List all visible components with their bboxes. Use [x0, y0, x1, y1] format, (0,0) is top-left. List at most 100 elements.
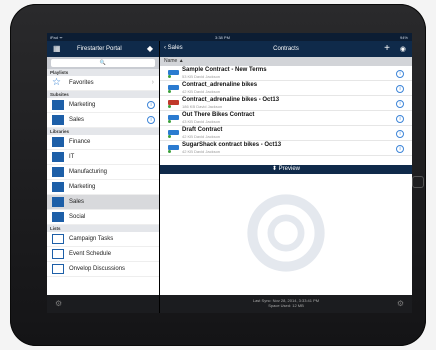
settings-icon[interactable]: ⚙: [55, 299, 62, 308]
document-name: Contract_adrenaline bikes: [182, 82, 258, 88]
status-time: 3:38 PM: [215, 35, 230, 40]
document-row[interactable]: Draft Contract 42 KB David Jackson i: [160, 126, 412, 141]
section-header: Lists: [47, 225, 159, 232]
nav-item[interactable]: Sales i: [47, 113, 159, 128]
info-icon[interactable]: i: [396, 130, 404, 138]
document-meta: 42 KB David Jackson: [182, 149, 221, 154]
nav-item[interactable]: Event Schedule: [47, 247, 159, 262]
list-icon: [52, 249, 64, 259]
portal-title: Firestarter Portal: [77, 46, 122, 52]
preview-label: Preview: [278, 166, 301, 172]
nav-item-label: Favorites: [69, 80, 94, 86]
library-icon: [52, 182, 64, 192]
sync-status-icon: [168, 105, 171, 108]
section-header: Subsites: [47, 91, 159, 98]
nav-item[interactable]: ☆ Favorites ›: [47, 76, 159, 91]
nav-item-label: IT: [69, 154, 75, 160]
document-row[interactable]: SugarShack contract bikes - Oct13 42 KB D…: [160, 141, 412, 156]
nav-item[interactable]: Onvelop Discussions: [47, 262, 159, 277]
document-list: Sample Contract - New Terms 53 KB David J…: [160, 66, 412, 156]
nav-item-label: Marketing: [69, 102, 96, 108]
nav-item-label: Social: [69, 214, 86, 220]
right-footer: Last Sync: Nov 28, 2014, 3:33:41 PM Spac…: [160, 295, 412, 313]
chevron-right-icon: ›: [151, 79, 154, 86]
screen: iPad ᯤ 3:38 PM 94% ▦ Firestarter Portal …: [47, 33, 412, 313]
document-meta: 42 KB David Jackson: [182, 134, 221, 139]
document-name: Contract_adrenaline bikes - Oct13: [182, 97, 280, 103]
document-name: Out There Bikes Contract: [182, 112, 255, 118]
document-name: Sample Contract - New Terms: [182, 67, 267, 73]
sync-status-icon: [168, 90, 171, 93]
document-meta: 186 KB David Jackson: [182, 104, 223, 109]
library-icon: [52, 167, 64, 177]
list-icon: [52, 264, 64, 274]
nav-item-label: Sales: [69, 117, 85, 123]
info-icon[interactable]: i: [396, 100, 404, 108]
app-logo: [247, 194, 325, 272]
column-header[interactable]: Name ▲: [160, 57, 412, 66]
right-pane: ‹ Sales Contracts + ◉ Name ▲ Sample Cont…: [160, 41, 412, 313]
add-icon[interactable]: +: [384, 43, 390, 54]
nav-item-label: Finance: [69, 139, 91, 145]
info-icon[interactable]: i: [396, 145, 404, 153]
info-icon[interactable]: i: [147, 116, 155, 124]
page-title: Contracts: [273, 46, 299, 52]
search-input[interactable]: 🔍: [51, 59, 155, 67]
list-icon: [52, 234, 64, 244]
nav-item-label: Sales: [69, 199, 85, 205]
section-header: Libraries: [47, 128, 159, 135]
preview-button[interactable]: ⬍ Preview: [160, 165, 412, 174]
site-icon: [52, 100, 64, 110]
nav-list: Playlists ☆ Favorites › Subsites Marketing i Sa…: [47, 69, 159, 277]
home-button[interactable]: [412, 176, 424, 188]
library-icon: [52, 212, 64, 222]
sync-icon[interactable]: ⚙: [397, 299, 404, 308]
nav-item[interactable]: Sales: [47, 195, 159, 210]
info-icon[interactable]: i: [396, 115, 404, 123]
left-pane: ▦ Firestarter Portal ◆ 🔍 Playlists ☆ Favor…: [47, 41, 159, 313]
info-icon[interactable]: i: [396, 85, 404, 93]
info-icon[interactable]: i: [147, 101, 155, 109]
sync-status-icon: [168, 150, 171, 153]
nav-item-label: Onvelop Discussions: [69, 266, 126, 272]
document-row[interactable]: Out There Bikes Contract 43 KB David Jack…: [160, 111, 412, 126]
document-name: SugarShack contract bikes - Oct13: [182, 142, 282, 148]
section-header: Playlists: [47, 69, 159, 76]
info-icon[interactable]: i: [396, 70, 404, 78]
nav-item-label: Marketing: [69, 184, 96, 190]
nav-item[interactable]: IT: [47, 150, 159, 165]
nav-item-label: Campaign Tasks: [69, 236, 114, 242]
left-footer: ⚙: [47, 295, 159, 313]
document-row[interactable]: Contract_adrenaline bikes - Oct13 186 KB …: [160, 96, 412, 111]
document-name: Draft Contract: [182, 127, 223, 133]
library-icon: [52, 137, 64, 147]
site-icon: [52, 115, 64, 125]
view-icon[interactable]: ◉: [400, 45, 406, 53]
document-meta: 53 KB David Jackson: [182, 74, 221, 79]
sync-status-icon: [168, 135, 171, 138]
document-row[interactable]: Contract_adrenaline bikes 42 KB David Jac…: [160, 81, 412, 96]
document-meta: 43 KB David Jackson: [182, 119, 221, 124]
sync-status-icon: [168, 120, 171, 123]
switch-icon[interactable]: ◆: [147, 44, 153, 53]
nav-item-label: Manufacturing: [69, 169, 108, 175]
document-meta: 42 KB David Jackson: [182, 89, 221, 94]
nav-item[interactable]: Manufacturing: [47, 165, 159, 180]
right-header: ‹ Sales Contracts + ◉: [160, 41, 412, 57]
library-icon: [52, 152, 64, 162]
sync-status-icon: [168, 75, 171, 78]
search-bar: 🔍: [47, 57, 159, 69]
building-icon[interactable]: ▦: [53, 44, 61, 53]
nav-item[interactable]: Social: [47, 210, 159, 225]
nav-item[interactable]: Campaign Tasks: [47, 232, 159, 247]
status-bar: iPad ᯤ 3:38 PM 94%: [47, 33, 412, 41]
nav-item-label: Event Schedule: [69, 251, 112, 257]
space-used: Space Used: 12 MB: [268, 303, 304, 308]
left-header: ▦ Firestarter Portal ◆: [47, 41, 159, 57]
nav-item[interactable]: Finance: [47, 135, 159, 150]
library-icon: [52, 197, 64, 207]
document-row[interactable]: Sample Contract - New Terms 53 KB David J…: [160, 66, 412, 81]
star-icon: ☆: [52, 77, 61, 88]
nav-item[interactable]: Marketing: [47, 180, 159, 195]
nav-item[interactable]: Marketing i: [47, 98, 159, 113]
